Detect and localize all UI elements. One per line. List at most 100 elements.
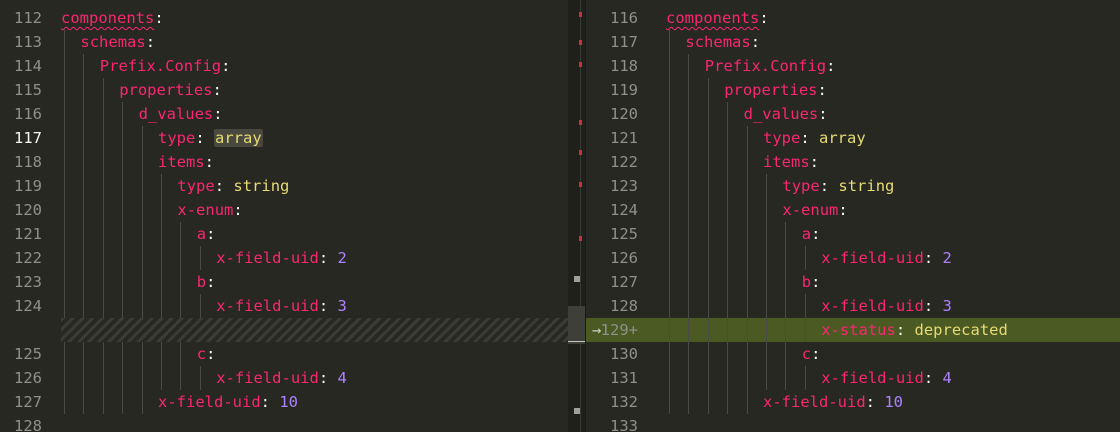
- change-marker[interactable]: [579, 120, 582, 125]
- code-text[interactable]: d_values:: [744, 102, 828, 126]
- code-line[interactable]: 121 type: array: [586, 126, 1120, 150]
- code-line[interactable]: 122 items:: [586, 150, 1120, 174]
- code-text[interactable]: x-field-uid: 2: [216, 246, 347, 270]
- code-line[interactable]: 126 x-field-uid: 4: [0, 366, 568, 390]
- left-diff-pane[interactable]: 112 components: 113 schemas: 114 Prefix.Confi…: [0, 0, 568, 432]
- scrollbar-thumb[interactable]: [568, 306, 586, 344]
- code-text[interactable]: x-status: deprecated: [821, 318, 1008, 342]
- indent-guide: [102, 246, 104, 270]
- scroll-marker[interactable]: [574, 276, 580, 282]
- diff-placeholder-row[interactable]: [0, 318, 568, 342]
- code-text[interactable]: components:: [666, 6, 769, 30]
- code-text[interactable]: properties:: [724, 78, 827, 102]
- code-line[interactable]: 112 components:: [0, 6, 568, 30]
- indent-guide: [102, 390, 104, 414]
- code-text[interactable]: a:: [802, 222, 821, 246]
- code-text[interactable]: components:: [61, 6, 164, 30]
- code-text[interactable]: type: string: [782, 174, 894, 198]
- scroll-marker[interactable]: [574, 408, 580, 414]
- punctuation: :: [838, 201, 848, 219]
- change-marker[interactable]: [579, 150, 582, 155]
- code-line[interactable]: 130 c:: [586, 342, 1120, 366]
- code-text[interactable]: type: array: [763, 126, 866, 150]
- change-marker[interactable]: [579, 40, 582, 45]
- code-line[interactable]: 116 d_values:: [0, 102, 568, 126]
- diff-overview-gutter[interactable]: [568, 0, 586, 432]
- right-diff-pane[interactable]: 116 components: 117 schemas: 118 Prefix.Confi…: [586, 0, 1120, 432]
- code-text[interactable]: x-field-uid: 3: [216, 294, 347, 318]
- code-line[interactable]: 123 type: string: [586, 174, 1120, 198]
- code-line[interactable]: 115 properties:: [0, 78, 568, 102]
- code-line[interactable]: 117 type: array: [0, 126, 568, 150]
- code-text[interactable]: c:: [197, 342, 216, 366]
- code-text[interactable]: b:: [802, 270, 821, 294]
- code-line[interactable]: 113 schemas:: [0, 30, 568, 54]
- indent-guide: [669, 222, 670, 246]
- code-line[interactable]: 125 c:: [0, 342, 568, 366]
- code-line[interactable]: 122 x-field-uid: 2: [0, 246, 568, 270]
- code-text[interactable]: x-field-uid: 4: [821, 366, 952, 390]
- code-text[interactable]: Prefix.Config:: [100, 54, 231, 78]
- line-number: 123: [14, 273, 42, 291]
- code-line[interactable]: 127 x-field-uid: 10: [0, 390, 568, 414]
- added-line[interactable]: → 129+ x-status: deprecated: [586, 318, 1120, 342]
- code-text[interactable]: x-field-uid: 2: [821, 246, 952, 270]
- code-text[interactable]: x-enum:: [177, 198, 242, 222]
- code-text[interactable]: Prefix.Config:: [705, 54, 836, 78]
- code-text[interactable]: x-field-uid: 10: [763, 390, 903, 414]
- code-line[interactable]: 121 a:: [0, 222, 568, 246]
- code-text[interactable]: items:: [763, 150, 819, 174]
- code-text[interactable]: c:: [802, 342, 821, 366]
- code-line[interactable]: 133: [586, 414, 1120, 432]
- code-line[interactable]: 123 b:: [0, 270, 568, 294]
- code-line[interactable]: 120 d_values:: [586, 102, 1120, 126]
- code-text[interactable]: b:: [197, 270, 216, 294]
- change-marker[interactable]: [579, 182, 582, 187]
- code-text[interactable]: x-field-uid: 10: [158, 390, 298, 414]
- code-line[interactable]: 118 items:: [0, 150, 568, 174]
- code-line[interactable]: 128: [0, 414, 568, 432]
- code-text[interactable]: x-field-uid: 4: [216, 366, 347, 390]
- indent-guide: [122, 150, 124, 174]
- code-line[interactable]: 114 Prefix.Config:: [0, 54, 568, 78]
- indent-guide: [64, 366, 65, 390]
- code-line[interactable]: 126 x-field-uid: 2: [586, 246, 1120, 270]
- line-number: 118: [610, 57, 638, 75]
- code-text[interactable]: properties:: [119, 78, 222, 102]
- indent-guide: [141, 150, 143, 174]
- code-line[interactable]: 119 type: string: [0, 174, 568, 198]
- code-line[interactable]: 117 schemas:: [586, 30, 1120, 54]
- code-text[interactable]: schemas:: [685, 30, 760, 54]
- code-line[interactable]: 119 properties:: [586, 78, 1120, 102]
- code-line[interactable]: 120 x-enum:: [0, 198, 568, 222]
- code-text[interactable]: x-field-uid: 3: [821, 294, 952, 318]
- code-text[interactable]: x-enum:: [782, 198, 847, 222]
- code-line[interactable]: 116 components:: [586, 6, 1120, 30]
- indent-guide: [180, 342, 182, 366]
- yaml-key: components: [61, 9, 155, 27]
- code-text[interactable]: a:: [197, 222, 216, 246]
- change-marker[interactable]: [579, 62, 582, 67]
- code-text[interactable]: type: array: [158, 126, 263, 150]
- change-marker[interactable]: [579, 12, 582, 17]
- code-line[interactable]: 127 b:: [586, 270, 1120, 294]
- code-line[interactable]: 132 x-field-uid: 10: [586, 390, 1120, 414]
- indent-guide: [688, 222, 690, 246]
- code-line[interactable]: 124 x-field-uid: 3: [0, 294, 568, 318]
- code-line[interactable]: 118 Prefix.Config:: [586, 54, 1120, 78]
- code-line[interactable]: 128 x-field-uid: 3: [586, 294, 1120, 318]
- code-line[interactable]: 125 a:: [586, 222, 1120, 246]
- line-number: 128: [610, 297, 638, 315]
- code-line[interactable]: 124 x-enum:: [586, 198, 1120, 222]
- code-text[interactable]: type: string: [177, 174, 289, 198]
- code-line[interactable]: 131 x-field-uid: 4: [586, 366, 1120, 390]
- change-marker[interactable]: [579, 236, 582, 241]
- code-text[interactable]: schemas:: [80, 30, 155, 54]
- indent-guide: [727, 198, 729, 222]
- line-number: 116: [610, 9, 638, 27]
- code-text[interactable]: d_values:: [139, 102, 223, 126]
- line-number: 121: [610, 129, 638, 147]
- yaml-key: items: [158, 153, 205, 171]
- code-text[interactable]: items:: [158, 150, 214, 174]
- indent-guide: [727, 270, 729, 294]
